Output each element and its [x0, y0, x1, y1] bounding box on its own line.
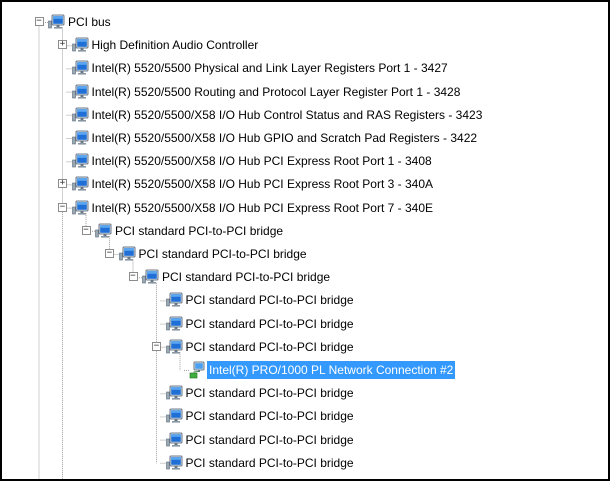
device-monitor-icon	[71, 59, 90, 77]
collapse-node-button[interactable]: −	[105, 249, 114, 258]
device-monitor-icon	[165, 431, 184, 449]
tree-node[interactable]: PCI standard PCI-to-PCI bridge	[2, 430, 608, 451]
device-monitor-icon	[118, 245, 137, 263]
tree-node[interactable]: PCI standard PCI-to-PCI bridge	[2, 314, 608, 335]
tree-node[interactable]: PCI standard PCI-to-PCI bridge	[2, 453, 608, 474]
device-monitor-icon	[71, 83, 90, 101]
device-monitor-icon	[165, 315, 184, 333]
computer-monitor-icon	[48, 13, 66, 31]
tree-node-label[interactable]: PCI standard PCI-to-PCI bridge	[184, 315, 356, 333]
tree-node[interactable]: Intel(R) 5520/5500/X58 I/O Hub PCI Expre…	[2, 151, 608, 172]
tree-node-label[interactable]: Intel(R) 5520/5500/X58 I/O Hub PCI Expre…	[90, 199, 436, 217]
tree-node[interactable]: − PCI bus	[2, 12, 608, 33]
tree-node-label[interactable]: Intel(R) 5520/5500/X58 I/O Hub PCI Expre…	[90, 175, 436, 193]
tree-node-label[interactable]: PCI standard PCI-to-PCI bridge	[184, 384, 356, 402]
device-monitor-icon	[165, 291, 184, 309]
device-tree: − PCI bus + High Definition Audio Controlle…	[2, 2, 608, 479]
tree-node-label[interactable]: PCI standard PCI-to-PCI bridge	[184, 431, 356, 449]
tree-node-label[interactable]: PCI standard PCI-to-PCI bridge	[184, 291, 356, 309]
tree-node[interactable]: − PCI standard PCI-to-PCI bridge	[2, 337, 608, 358]
tree-node[interactable]: Intel(R) 5520/5500/X58 I/O Hub Control S…	[2, 105, 608, 126]
device-monitor-icon	[165, 407, 184, 425]
collapse-node-button[interactable]: −	[81, 225, 91, 235]
tree-node[interactable]: + Intel(R) 5520/5500/X58 I/O Hub PCI Expr…	[2, 174, 608, 195]
tree-node-label[interactable]: Intel(R) 5520/5500 Physical and Link Lay…	[90, 59, 450, 77]
tree-node[interactable]: + High Definition Audio Controller	[2, 35, 608, 56]
tree-node[interactable]: PCI standard PCI-to-PCI bridge	[2, 406, 608, 427]
tree-node[interactable]: Intel(R) 5520/5500 Routing and Protocol …	[2, 82, 608, 103]
device-monitor-icon	[165, 454, 184, 472]
tree-node-label[interactable]: Intel(R) 5520/5500/X58 I/O Hub PCI Expre…	[90, 152, 434, 170]
collapse-node-button[interactable]: −	[128, 272, 138, 282]
device-monitor-icon	[165, 384, 184, 402]
collapse-node-button[interactable]: −	[58, 202, 67, 212]
tree-node-label[interactable]: PCI standard PCI-to-PCI bridge	[113, 222, 285, 240]
device-monitor-icon	[142, 268, 160, 286]
network-adapter-icon	[189, 361, 207, 379]
device-tree-view[interactable]: − PCI bus + High Definition Audio Controlle…	[0, 0, 610, 481]
device-monitor-icon	[71, 106, 90, 124]
tree-node-label[interactable]: PCI standard PCI-to-PCI bridge	[184, 454, 356, 472]
tree-node-label[interactable]: Intel(R) PRO/1000 PL Network Connection …	[207, 361, 456, 379]
expand-node-button[interactable]: +	[58, 179, 67, 189]
tree-node[interactable]: PCI standard PCI-to-PCI bridge	[2, 383, 608, 404]
tree-node[interactable]: − PCI standard PCI-to-PCI bridge	[2, 244, 608, 265]
tree-node[interactable]: Intel(R) 5520/5500/X58 I/O Hub GPIO and …	[2, 128, 608, 149]
collapse-node-button[interactable]: −	[34, 17, 44, 26]
tree-node[interactable]: − Intel(R) 5520/5500/X58 I/O Hub PCI Expr…	[2, 198, 608, 219]
device-monitor-icon	[95, 222, 113, 240]
tree-node-label[interactable]: Intel(R) 5520/5500/X58 I/O Hub GPIO and …	[90, 129, 480, 147]
expand-node-button[interactable]: +	[58, 40, 67, 50]
device-monitor-icon	[71, 36, 90, 54]
tree-node[interactable]: − PCI standard PCI-to-PCI bridge	[2, 221, 608, 242]
tree-node-label[interactable]: PCI standard PCI-to-PCI bridge	[137, 245, 309, 263]
tree-node-label[interactable]: PCI standard PCI-to-PCI bridge	[184, 338, 356, 356]
collapse-node-button[interactable]: −	[152, 341, 161, 351]
tree-node[interactable]: Intel(R) PRO/1000 PL Network Connection …	[2, 360, 608, 381]
tree-node[interactable]: − PCI standard PCI-to-PCI bridge	[2, 267, 608, 288]
device-monitor-icon	[165, 338, 184, 356]
device-monitor-icon	[71, 152, 90, 170]
tree-node-label[interactable]: Intel(R) 5520/5500 Routing and Protocol …	[90, 83, 463, 101]
tree-node-label[interactable]: High Definition Audio Controller	[90, 36, 261, 54]
tree-node-label[interactable]: PCI standard PCI-to-PCI bridge	[160, 268, 332, 286]
device-monitor-icon	[71, 199, 90, 217]
device-monitor-icon	[71, 175, 90, 193]
tree-node[interactable]: PCI standard PCI-to-PCI bridge	[2, 290, 608, 311]
device-monitor-icon	[71, 129, 90, 147]
tree-node[interactable]: Intel(R) 5520/5500 Physical and Link Lay…	[2, 58, 608, 79]
tree-node-label[interactable]: PCI standard PCI-to-PCI bridge	[184, 407, 356, 425]
tree-node-label[interactable]: PCI bus	[66, 13, 113, 31]
tree-node-label[interactable]: Intel(R) 5520/5500/X58 I/O Hub Control S…	[90, 106, 485, 124]
